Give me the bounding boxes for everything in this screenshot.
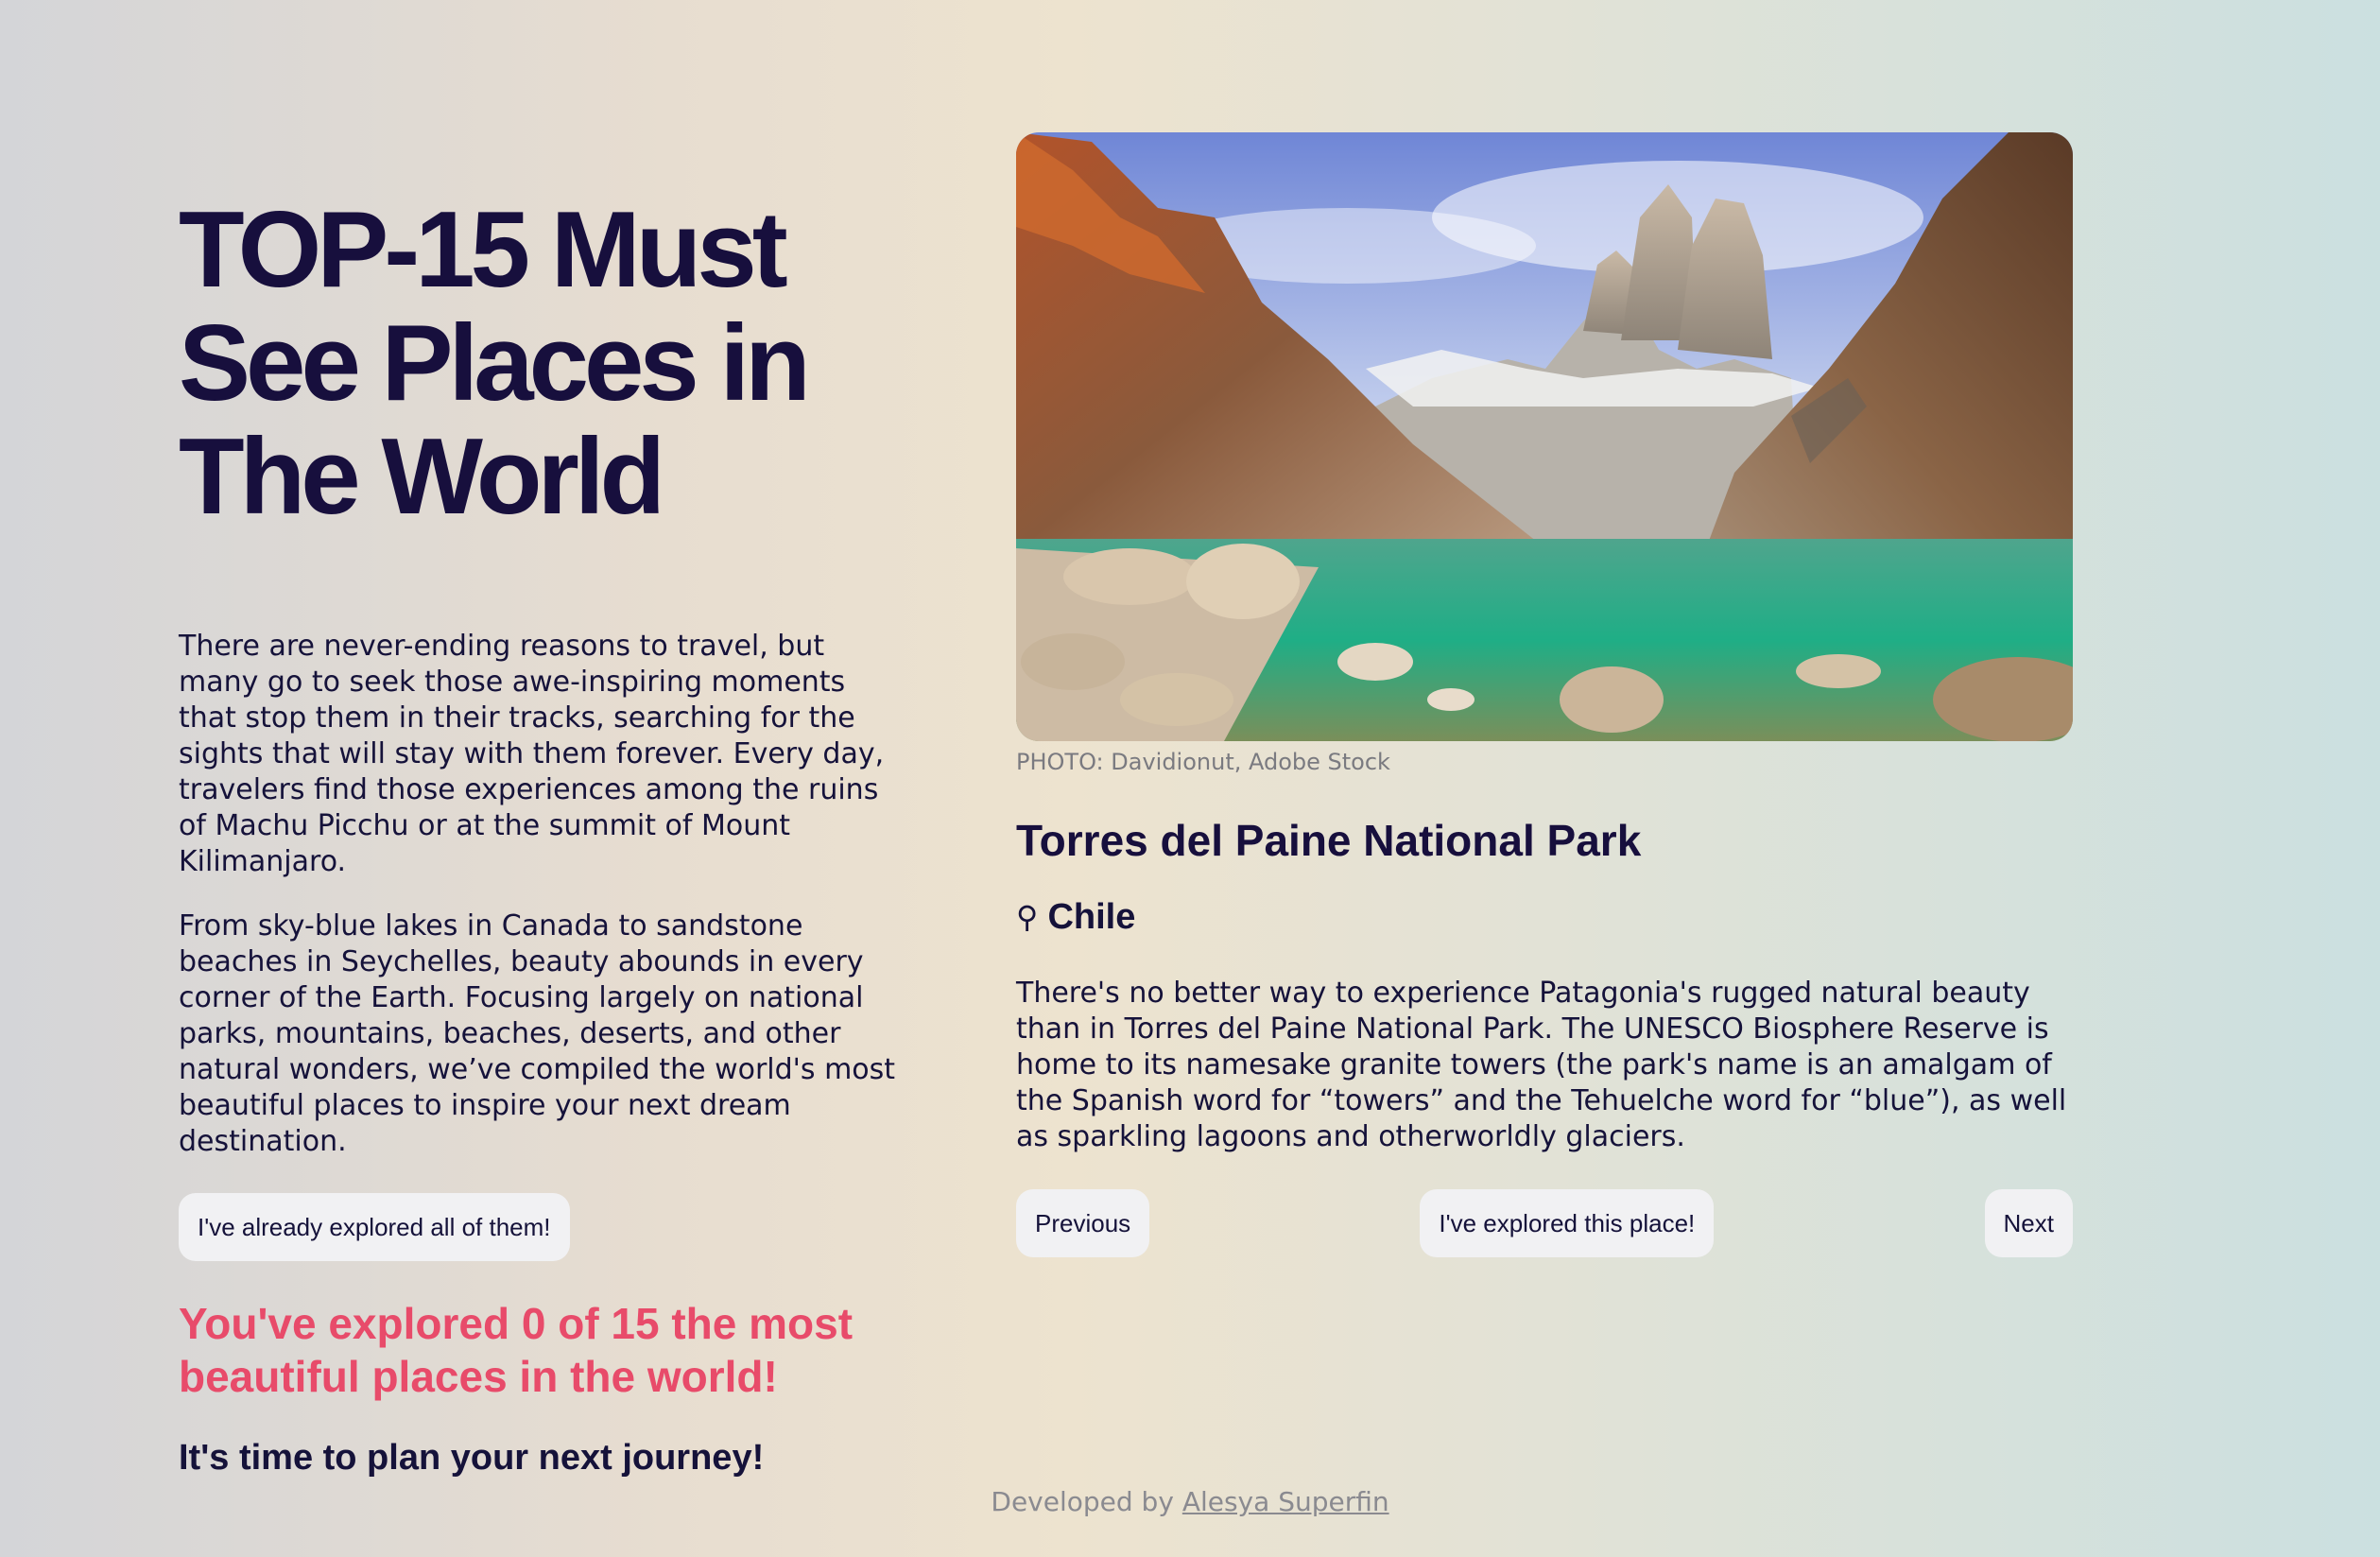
photo-credit: PHOTO: Davidionut, Adobe Stock xyxy=(1016,749,1390,775)
intro-column: TOP-15 Must See Places in The World Ther… xyxy=(179,194,897,1479)
footer: Developed by Alesya Superfin xyxy=(0,1486,2380,1518)
next-button[interactable]: Next xyxy=(1984,1189,2073,1257)
page-title: TOP-15 Must See Places in The World xyxy=(179,190,811,537)
place-location: ⚲ Chile xyxy=(1016,896,2073,938)
place-navigation: Previous I've explored this place! Next xyxy=(1016,1189,2073,1257)
intro-text: There are never-ending reasons to travel… xyxy=(179,629,897,1160)
place-country: Chile xyxy=(1047,897,1136,937)
intro-paragraph: There are never-ending reasons to travel… xyxy=(179,630,885,878)
place-description: There's no better way to experience Pata… xyxy=(1016,977,2067,1153)
journey-message: It's time to plan your next journey! xyxy=(179,1438,765,1478)
explored-all-button[interactable]: I've already explored all of them! xyxy=(179,1193,570,1261)
author-link[interactable]: Alesya Superfin xyxy=(1182,1486,1389,1517)
place-photo xyxy=(1016,132,2073,741)
map-pin-icon: ⚲ xyxy=(1016,899,1039,935)
explored-place-button[interactable]: I've explored this place! xyxy=(1420,1189,1715,1257)
place-card: PHOTO: Davidionut, Adobe Stock Torres de… xyxy=(1016,132,2073,1257)
place-photo-image xyxy=(1016,132,2073,741)
footer-prefix: Developed by xyxy=(991,1486,1174,1517)
place-title: Torres del Paine National Park xyxy=(1016,816,1642,865)
progress-message: You've explored 0 of 15 the most beautif… xyxy=(179,1299,854,1401)
previous-button[interactable]: Previous xyxy=(1016,1189,1150,1257)
intro-paragraph: From sky-blue lakes in Canada to sandsto… xyxy=(179,909,896,1158)
